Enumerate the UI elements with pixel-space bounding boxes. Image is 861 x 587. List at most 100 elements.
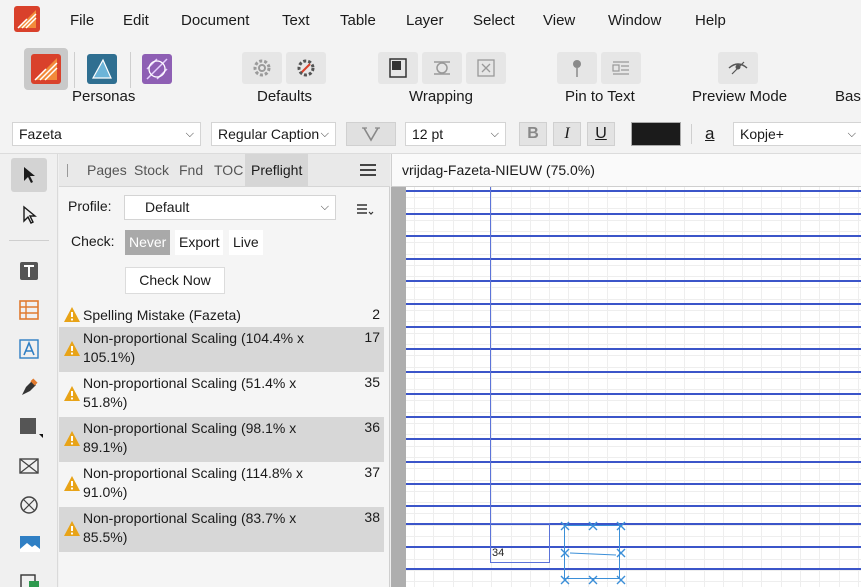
gear-reset-icon (297, 59, 315, 77)
page-number-frame[interactable]: 34 (490, 523, 550, 563)
menu-document[interactable]: Document (181, 12, 249, 29)
selected-frame[interactable] (560, 521, 626, 585)
baseline-guide (406, 371, 861, 373)
result-row[interactable]: Non-proportional Scaling (51.4% x 51.8%)… (59, 372, 384, 417)
grid-line (471, 187, 473, 587)
baseline-guide (406, 280, 861, 282)
font-family-select[interactable]: Fazeta ⌵ (12, 122, 201, 146)
table-icon (19, 300, 39, 320)
font-style-select[interactable]: Regular Caption ⌵ (211, 122, 336, 146)
check-never-option[interactable]: Never (125, 230, 171, 255)
document-tab[interactable]: vrijdag-Fazeta-NIEUW (75.0%) (391, 154, 861, 187)
defaults-revert-button[interactable] (286, 52, 326, 84)
rectangle-tool[interactable] (11, 410, 47, 444)
bold-button[interactable]: B (519, 122, 547, 146)
pin-button[interactable] (557, 52, 597, 84)
wrap-none-button[interactable] (466, 52, 506, 84)
baseline-guide (406, 483, 861, 485)
profile-options-icon[interactable] (356, 202, 374, 216)
result-row[interactable]: Non-proportional Scaling (114.8% x 91.0%… (59, 462, 384, 507)
check-live-option[interactable]: Live (229, 230, 263, 255)
persona-separator (74, 52, 75, 88)
tools-panel (0, 154, 58, 587)
tab-pages[interactable]: Pages (87, 162, 127, 178)
photo-persona-button[interactable] (137, 48, 177, 90)
grid-line (406, 411, 861, 413)
place-image-tool[interactable] (11, 527, 47, 561)
profile-select[interactable]: Default ⌵ (124, 195, 336, 220)
chevron-down-icon: ⌵ (185, 128, 194, 140)
result-page-count: 36 (364, 419, 380, 435)
menu-table[interactable]: Table (340, 12, 376, 29)
result-row[interactable]: Spelling Mistake (Fazeta) 2 (59, 304, 384, 327)
table-tool[interactable] (11, 293, 47, 327)
grid-line (406, 332, 861, 334)
character-style-icon[interactable]: a (705, 124, 714, 144)
tab-find[interactable]: Fnd (179, 162, 203, 178)
frame-text-tool[interactable] (11, 254, 47, 288)
designer-persona-icon (87, 54, 117, 84)
pin-inline-icon (612, 61, 629, 75)
grid-line (406, 490, 861, 492)
pin-inline-button[interactable] (601, 52, 641, 84)
node-tool[interactable] (11, 198, 47, 232)
baseline-guide (406, 546, 861, 548)
font-size-select[interactable]: 12 pt ⌵ (405, 122, 506, 146)
paragraph-style-select[interactable]: Kopje+ ⌵ (733, 122, 861, 146)
preview-mode-button[interactable] (718, 52, 758, 84)
menu-file[interactable]: File (70, 12, 94, 29)
move-tool[interactable] (11, 158, 47, 192)
grid-line (800, 187, 801, 587)
italic-button[interactable]: I (553, 122, 581, 146)
baseline-guide (406, 568, 861, 570)
result-row[interactable]: Non-proportional Scaling (83.7% x 85.5%)… (59, 507, 384, 552)
ellipse-frame-tool[interactable] (11, 488, 47, 522)
baseline-guide (406, 523, 861, 525)
publisher-persona-button[interactable] (24, 48, 68, 90)
picture-frame-tool[interactable] (11, 449, 47, 483)
check-now-button[interactable]: Check Now (125, 267, 225, 294)
chevron-down-icon: ⌵ (320, 201, 329, 213)
menu-select[interactable]: Select (473, 12, 515, 29)
grid-line (626, 187, 628, 587)
result-row[interactable]: Non-proportional Scaling (104.4% x 105.1… (59, 327, 384, 372)
picture-frame-icon (19, 458, 39, 474)
document-page[interactable]: 34 (406, 187, 861, 587)
text-color-swatch[interactable] (631, 122, 681, 146)
menu-help[interactable]: Help (695, 12, 726, 29)
pen-tool[interactable] (11, 371, 47, 405)
menu-edit[interactable]: Edit (123, 12, 149, 29)
arrow-pointer-icon (24, 167, 35, 183)
profile-label: Profile: (68, 198, 112, 214)
result-text: Spelling Mistake (Fazeta) (83, 307, 241, 323)
wrap-settings-button[interactable] (378, 52, 418, 84)
document-canvas[interactable]: 34 (391, 187, 861, 587)
font-traits-button[interactable] (346, 122, 396, 146)
underline-button[interactable]: U (587, 122, 615, 146)
panel-menu-icon[interactable] (360, 164, 376, 176)
grid-line (406, 502, 861, 504)
result-text: Non-proportional Scaling (98.1% x 89.1%) (83, 420, 297, 455)
tab-stock[interactable]: Stock (134, 162, 169, 178)
menu-text[interactable]: Text (282, 12, 310, 29)
warning-icon (64, 341, 80, 356)
menu-window[interactable]: Window (608, 12, 661, 29)
chevron-down-icon: ⌵ (490, 128, 499, 140)
result-row[interactable]: Non-proportional Scaling (98.1% x 89.1%)… (59, 417, 384, 462)
warning-icon (64, 521, 80, 536)
designer-persona-button[interactable] (82, 48, 122, 90)
grid-line (645, 187, 647, 587)
grid-line (761, 187, 763, 587)
paragraph-style-value: Kopje+ (740, 126, 784, 142)
menu-layer[interactable]: Layer (406, 12, 444, 29)
data-merge-tool[interactable] (11, 566, 47, 587)
wrap-around-button[interactable] (422, 52, 462, 84)
grid-line (742, 187, 744, 587)
check-export-option[interactable]: Export (175, 230, 224, 255)
menu-view[interactable]: View (543, 12, 575, 29)
artistic-text-tool[interactable] (11, 332, 47, 366)
defaults-sync-button[interactable] (242, 52, 282, 84)
grid-line (406, 479, 861, 481)
tab-toc[interactable]: TOC (214, 162, 243, 178)
tab-preflight[interactable]: Preflight (245, 154, 309, 187)
